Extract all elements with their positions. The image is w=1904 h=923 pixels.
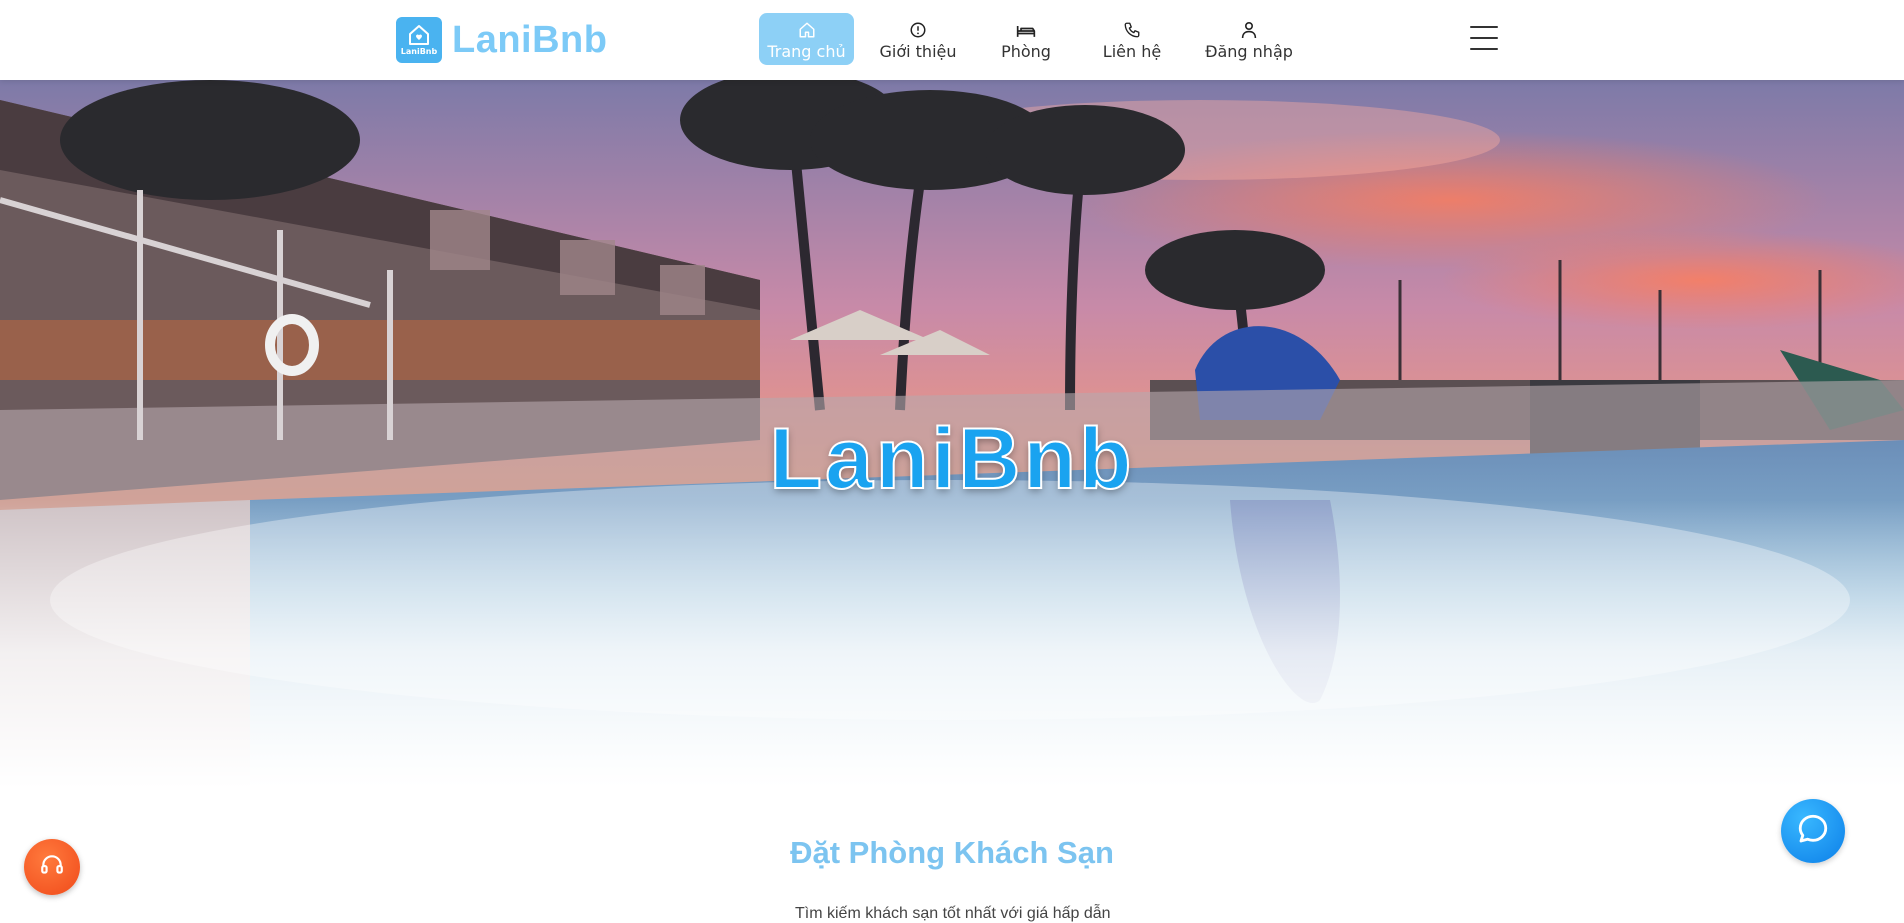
phone-icon xyxy=(1123,17,1141,39)
hamburger-menu-icon[interactable] xyxy=(1470,26,1498,52)
nav-login-label: Đăng nhập xyxy=(1205,42,1293,61)
nav-about[interactable]: Giới thiệu xyxy=(854,13,982,65)
main-nav: Trang chủ Giới thiệu Phòng Liên hệ Đăng … xyxy=(759,13,1304,65)
nav-contact[interactable]: Liên hệ xyxy=(1070,13,1194,65)
nav-login[interactable]: Đăng nhập xyxy=(1194,13,1304,65)
support-button[interactable] xyxy=(24,839,80,895)
home-icon xyxy=(798,17,816,39)
logo-mark-text: LaniBnb xyxy=(400,47,438,56)
nav-home-label: Trang chủ xyxy=(767,42,846,61)
nav-rooms[interactable]: Phòng xyxy=(982,13,1070,65)
brand-name: LaniBnb xyxy=(452,18,608,61)
chat-button[interactable] xyxy=(1781,799,1845,863)
chat-bubble-icon xyxy=(1796,812,1830,851)
hero-banner: LaniBnb xyxy=(0,80,1904,840)
nav-about-label: Giới thiệu xyxy=(879,42,957,61)
section-intro: Tìm kiếm khách sạn tốt nhất với giá hấp … xyxy=(795,905,1111,922)
info-circle-icon xyxy=(909,17,927,39)
nav-contact-label: Liên hệ xyxy=(1102,42,1162,61)
brand-logo[interactable]: LaniBnb LaniBnb xyxy=(396,17,607,63)
headset-icon xyxy=(39,852,65,883)
hero-title: LaniBnb xyxy=(769,410,1135,508)
user-icon xyxy=(1241,17,1257,39)
logo-house-icon: LaniBnb xyxy=(396,17,442,63)
section-title: Đặt Phòng Khách Sạn xyxy=(790,835,1114,870)
hero-fade-overlay xyxy=(0,500,1904,840)
bed-icon xyxy=(1016,17,1036,39)
site-header: LaniBnb LaniBnb Trang chủ Giới thiệu Phò… xyxy=(0,0,1904,80)
nav-rooms-label: Phòng xyxy=(1001,42,1051,61)
nav-home[interactable]: Trang chủ xyxy=(759,13,854,65)
